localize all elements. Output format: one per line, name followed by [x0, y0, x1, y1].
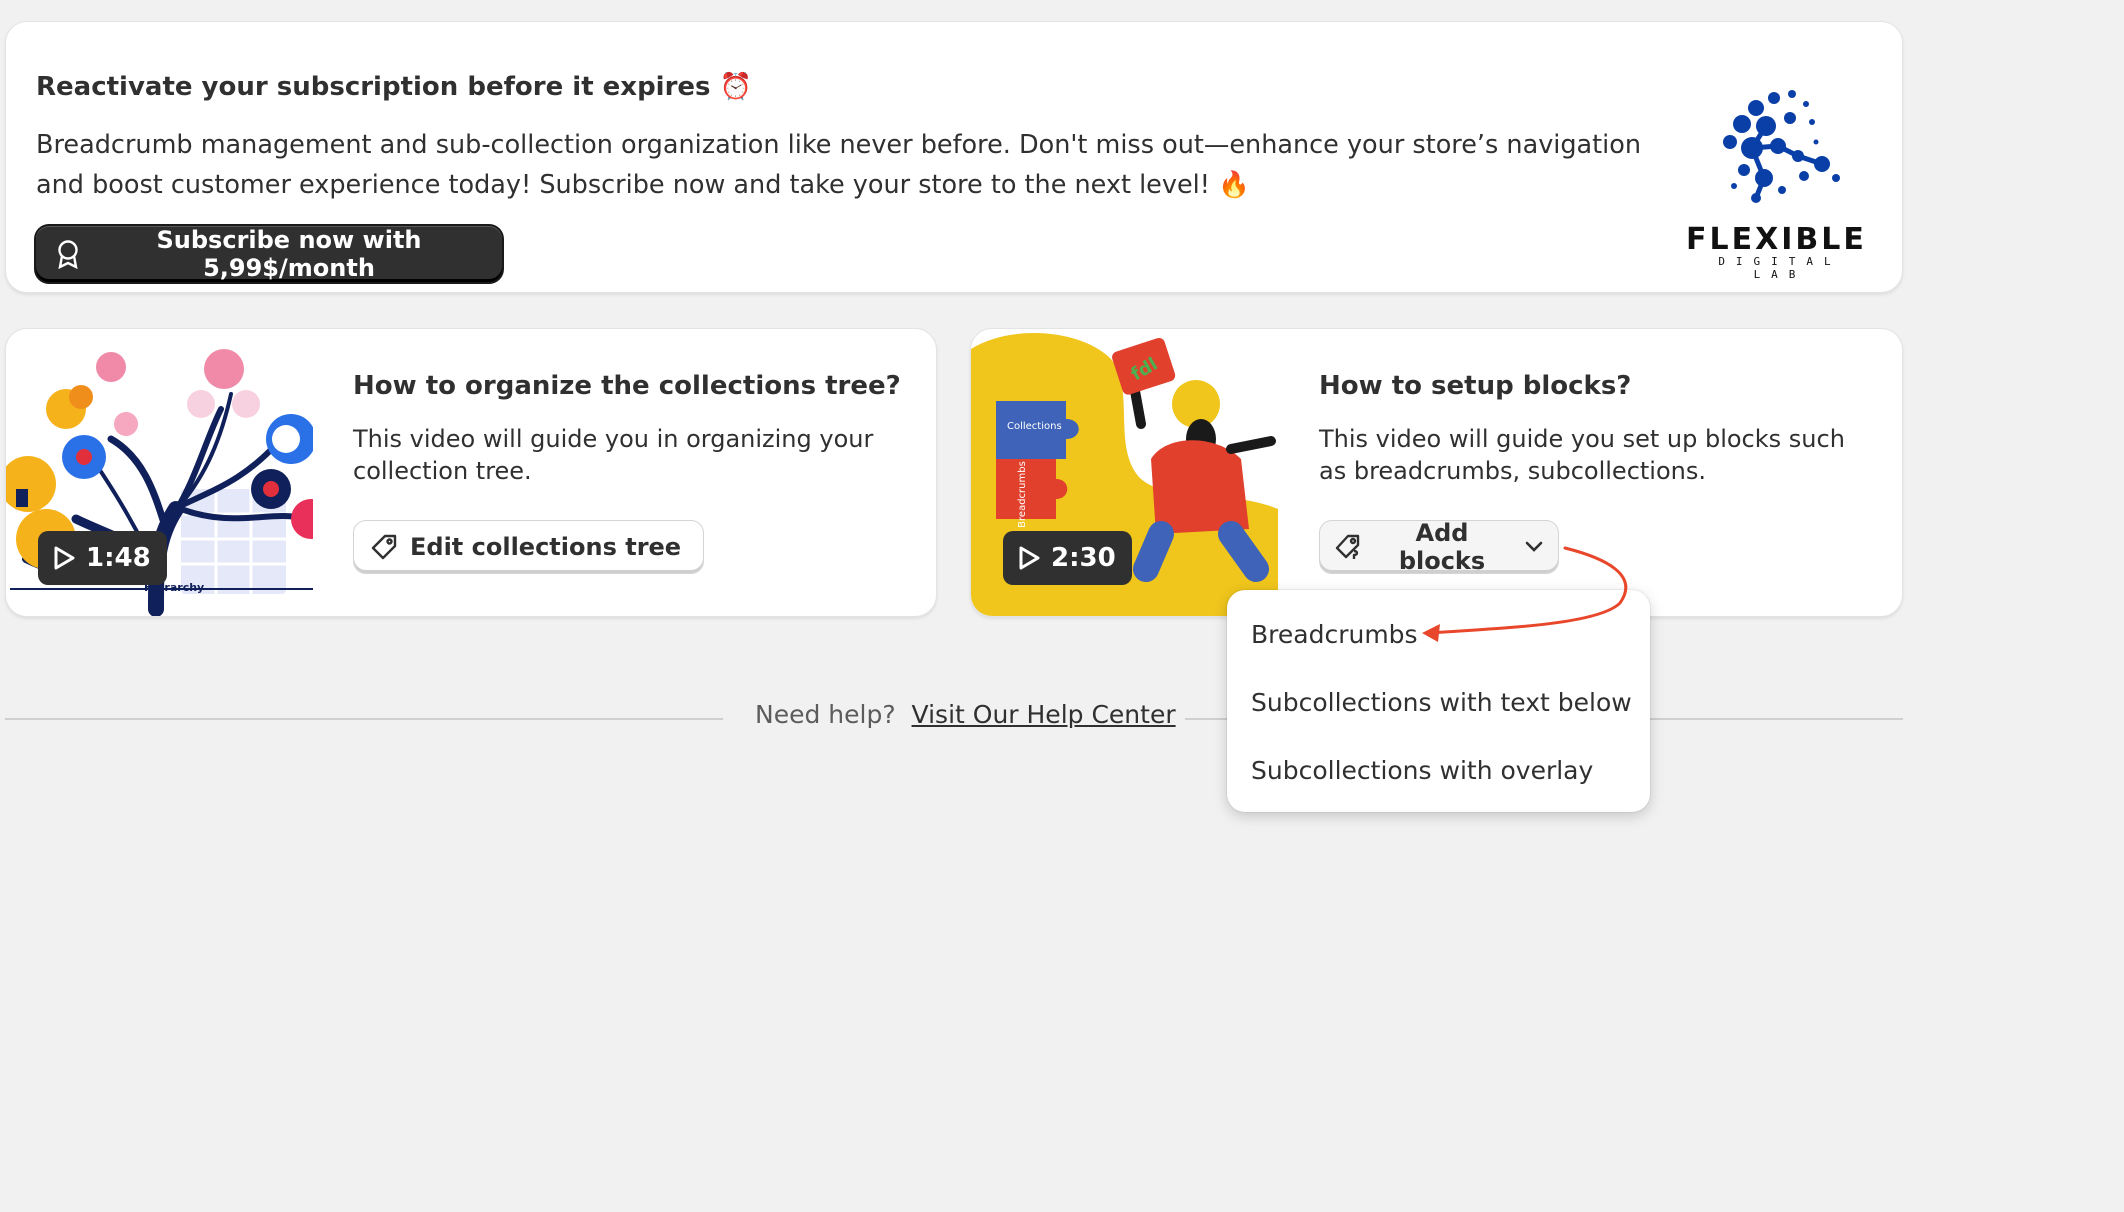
play-video-button[interactable]: 2:30	[1003, 531, 1132, 585]
play-icon	[1017, 545, 1041, 571]
card-description: This video will guide you in organizing …	[353, 425, 874, 485]
add-blocks-label: Add blocks	[1398, 519, 1486, 575]
logo-wordmark: FLEXIBLE	[1686, 222, 1867, 257]
dropdown-item-subcollections-text-below[interactable]: Subcollections with text below	[1227, 668, 1650, 736]
subscription-banner: Reactivate your subscription before it e…	[5, 21, 1903, 293]
chevron-down-icon	[1524, 540, 1544, 554]
card-description: This video will guide you set up blocks …	[1319, 425, 1845, 485]
flexible-digital-lab-logo: FLEXIBLE DIGITAL LAB	[1686, 82, 1867, 281]
card-title: How to organize the collections tree?	[353, 371, 901, 401]
dropdown-item-breadcrumbs[interactable]: Breadcrumbs	[1227, 600, 1650, 668]
banner-title: Reactivate your subscription before it e…	[36, 72, 752, 102]
play-video-button[interactable]: 1:48	[38, 531, 167, 585]
video-duration: 2:30	[1051, 543, 1116, 573]
edit-collections-tree-label: Edit collections tree	[410, 533, 682, 561]
add-blocks-dropdown: Breadcrumbs Subcollections with text bel…	[1227, 590, 1650, 812]
blocks-icon	[1334, 533, 1364, 561]
dropdown-item-subcollections-overlay[interactable]: Subcollections with overlay	[1227, 736, 1650, 804]
play-icon	[52, 545, 76, 571]
collections-tree-video-thumbnail[interactable]: Hierarchy 1:48	[6, 329, 313, 616]
help-prefix: Need help?	[755, 700, 896, 729]
add-blocks-button[interactable]: Add blocks	[1319, 519, 1559, 575]
banner-body: Breadcrumb management and sub-collection…	[36, 130, 1642, 200]
tag-icon	[370, 533, 398, 561]
help-divider-left	[5, 718, 723, 720]
puzzle-label-breadcrumbs: Breadcrumbs	[1016, 461, 1028, 528]
subscribe-button-label: Subscribe now with 5,99$/month	[156, 226, 422, 282]
setup-blocks-video-thumbnail[interactable]: Collections Breadcrumbs fdl 2:30	[971, 329, 1278, 616]
subscribe-button[interactable]: Subscribe now with 5,99$/month	[36, 226, 502, 282]
card-title: How to setup blocks?	[1319, 371, 1632, 401]
video-duration: 1:48	[86, 543, 151, 573]
help-footer: Need help? Visit Our Help Center	[755, 700, 1176, 729]
badge-icon	[54, 239, 82, 269]
puzzle-label-collections: Collections	[1007, 421, 1062, 432]
logo-subtitle: DIGITAL LAB	[1718, 255, 1842, 281]
collections-tree-video-card: Hierarchy 1:48 How to organize the colle…	[5, 328, 937, 617]
setup-blocks-video-card: Collections Breadcrumbs fdl 2:30 How to …	[970, 328, 1903, 617]
logo-molecule-icon	[1723, 90, 1840, 203]
help-center-link[interactable]: Visit Our Help Center	[912, 700, 1176, 729]
edit-collections-tree-button[interactable]: Edit collections tree	[353, 520, 705, 574]
